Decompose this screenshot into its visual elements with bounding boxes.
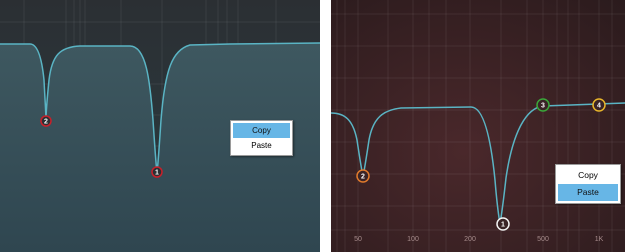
eq-display-right[interactable]: 2 1 3 4 50 100 200 500 1K Copy Paste — [331, 0, 625, 252]
context-menu: Copy Paste — [230, 120, 293, 156]
node-label: 4 — [597, 103, 601, 110]
eq-screenshot-comparison: 2 1 Copy Paste 2 1 3 4 50 100 200 500 1K… — [0, 0, 625, 252]
node-label: 3 — [541, 103, 545, 110]
menu-item-paste[interactable]: Paste — [558, 184, 618, 201]
graph-background — [331, 0, 625, 252]
eq-node-4[interactable]: 4 — [592, 98, 606, 112]
eq-node-2[interactable]: 2 — [40, 115, 52, 127]
menu-item-copy[interactable]: Copy — [558, 167, 618, 184]
node-label: 1 — [155, 170, 159, 177]
node-label: 1 — [501, 222, 505, 229]
freq-label-500: 500 — [537, 236, 549, 243]
freq-label-200: 200 — [464, 236, 476, 243]
context-menu: Copy Paste — [555, 164, 621, 204]
eq-graph-right[interactable]: 2 1 3 4 — [331, 0, 625, 252]
freq-label-50: 50 — [354, 236, 362, 243]
eq-node-1[interactable]: 1 — [151, 166, 163, 178]
menu-item-copy[interactable]: Copy — [233, 123, 290, 138]
eq-node-3[interactable]: 3 — [536, 98, 550, 112]
eq-display-left[interactable]: 2 1 Copy Paste — [0, 0, 320, 252]
node-label: 2 — [361, 174, 365, 181]
freq-label-1k: 1K — [594, 236, 604, 243]
eq-node-1[interactable]: 1 — [496, 217, 510, 231]
eq-node-2[interactable]: 2 — [356, 169, 370, 183]
node-label: 2 — [44, 119, 48, 126]
freq-label-100: 100 — [407, 236, 419, 243]
menu-item-paste[interactable]: Paste — [233, 138, 290, 153]
